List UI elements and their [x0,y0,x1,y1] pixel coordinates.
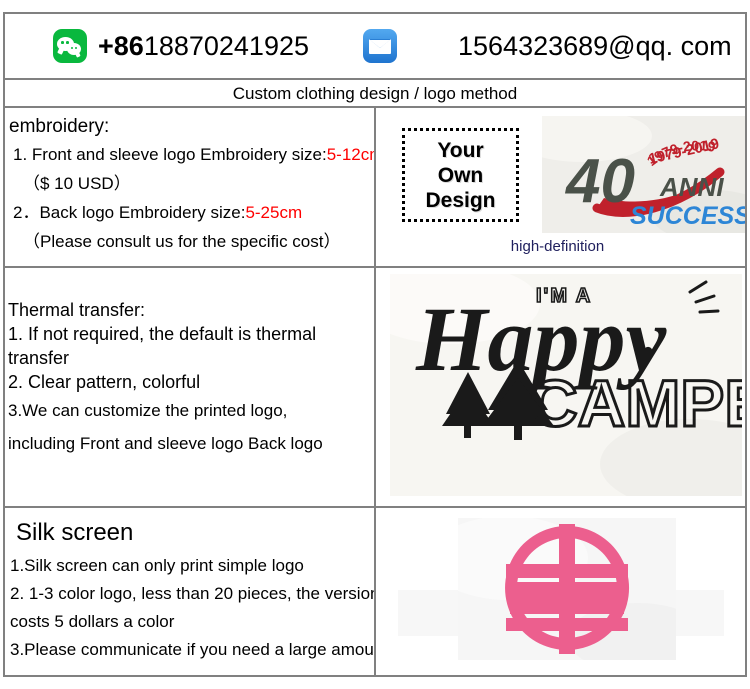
happy-camper-photo: I'M A Happy CAMP [390,274,742,496]
thermal-text-cell: Thermal transfer: 1. If not required, th… [5,268,376,506]
thermal-line-2: transfer [8,348,70,368]
embroidery-sample-photo: 40 1979-2019 1979-2019 ANNI SUCCESS [542,116,745,233]
envelope-icon [363,29,397,63]
spec-sheet: +8618870241925 1564323689@qq. com Custom… [0,0,750,689]
page-title: Custom clothing design / logo method [232,84,518,103]
phone-number: +8618870241925 [98,31,309,62]
silk-line-2: 2. 1-3 color logo, less than 20 pieces, … [10,584,376,603]
title-row: Custom clothing design / logo method [5,80,745,108]
svg-text:40: 40 [564,147,635,216]
silk-text-cell: Silk screen 1.Silk screen can only print… [5,508,376,675]
phone-digits: 18870241925 [143,30,309,61]
design-box-line-2: Own [437,163,484,187]
svg-text:CAMPER: CAMPER [530,366,742,440]
embroidery-heading: embroidery: [9,116,110,137]
embroidery-line-1: 1. Front and sleeve logo Embroidery size… [9,140,374,169]
embroidery-text-cell: embroidery: 1. Front and sleeve logo Emb… [5,108,376,266]
silk-line-4: 3.Please communicate if you need a large… [10,640,376,659]
silk-screen-sample-photo [458,518,676,660]
silk-line-3: costs 5 dollars a color [10,612,175,631]
thermal-line-4: 3.We can customize the printed logo, [8,401,288,420]
thermal-line-1: 1. If not required, the default is therm… [8,324,317,344]
embroidery-image-cell: Your Own Design 40 1979-2019 1979-2019 A… [376,108,745,266]
embroidery-line-2: （$ 10 USD） [23,174,131,193]
embroidery-line-3: 2．Back logo Embroidery size:5-25cm [13,203,303,222]
design-box-line-1: Your [437,138,484,162]
embroidery-line-4: （Please consult us for the specific cost… [23,232,341,251]
embroidery-row: embroidery: 1. Front and sleeve logo Emb… [5,108,745,268]
photo-caption-high-definition: high-definition [510,238,605,255]
thermal-transfer-row: Thermal transfer: 1. If not required, th… [5,268,745,508]
svg-text:ANNI: ANNI [659,172,724,202]
your-own-design-box: Your Own Design [402,128,519,222]
contact-row: +8618870241925 1564323689@qq. com [5,14,745,80]
embroidery-size-front: 5-12cm [326,145,374,164]
svg-text:SUCCESS: SUCCESS [630,202,745,230]
design-box-line-3: Design [425,188,496,212]
info-table: +8618870241925 1564323689@qq. com Custom… [3,12,747,677]
thermal-image-cell: I'M A Happy CAMP [376,268,745,506]
thermal-line-5: including Front and sleeve logo Back log… [8,434,323,453]
embroidery-size-back: 5-25cm [245,203,303,222]
silk-heading: Silk screen [16,519,134,546]
email-address: 1564323689@qq. com [458,30,732,61]
wechat-icon [53,29,87,63]
thermal-heading: Thermal transfer: [8,300,146,320]
silk-line-1: 1.Silk screen can only print simple logo [10,556,304,575]
thermal-line-3: 2. Clear pattern, colorful [8,372,201,392]
phone-country-code: +86 [98,30,144,61]
silk-screen-row: Silk screen 1.Silk screen can only print… [5,508,745,675]
silk-image-cell [376,508,745,675]
